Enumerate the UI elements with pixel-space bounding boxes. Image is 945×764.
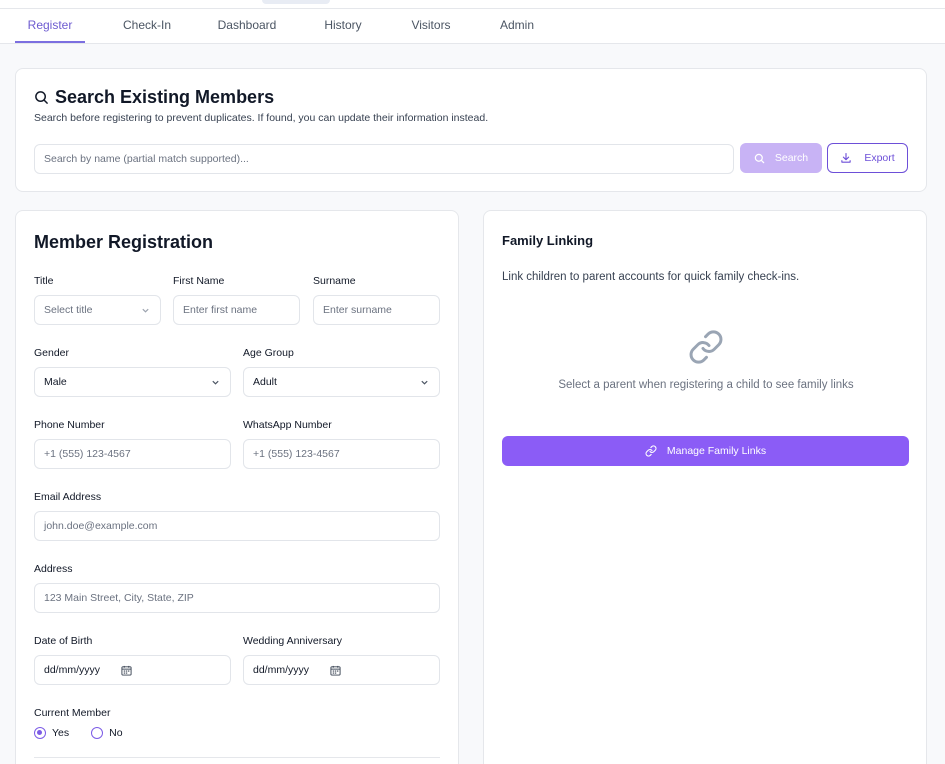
anniversary-placeholder: dd/mm/yyyy [253,664,310,676]
manage-family-links-label: Manage Family Links [666,445,767,457]
calendar-icon[interactable] [121,665,132,676]
chevron-down-icon [142,308,149,313]
age-group-value: Adult [253,376,277,388]
address-label: Address [34,563,73,575]
radio-yes-label: Yes [52,727,70,739]
family-linking-card: Family Linking Link children to parent a… [483,210,927,764]
dob-input[interactable]: dd/mm/yyyy [34,655,231,685]
current-member-radio-group: Yes No [34,727,123,739]
search-button[interactable]: Search [740,143,822,173]
first-name-label: First Name [173,275,225,287]
tab-history[interactable]: History [313,9,373,43]
address-input[interactable]: 123 Main Street, City, State, ZIP [34,583,440,613]
gender-label: Gender [34,347,70,359]
section-divider [34,757,440,758]
address-placeholder: 123 Main Street, City, State, ZIP [44,592,194,604]
surname-label: Surname [313,275,356,287]
search-input[interactable] [34,144,734,174]
gender-select[interactable]: Male [34,367,231,397]
current-member-label: Current Member [34,707,111,719]
export-button-label: Export [864,152,895,164]
whatsapp-placeholder: +1 (555) 123-4567 [253,448,340,460]
email-placeholder: john.doe@example.com [44,520,158,532]
member-registration-card: Member Registration Title Select title F… [15,210,459,764]
link-icon [645,445,657,457]
manage-family-links-button[interactable]: Manage Family Links [502,436,909,466]
family-title: Family Linking [502,233,594,248]
search-icon [754,153,765,163]
tab-visitors[interactable]: Visitors [403,9,459,43]
radio-no-label: No [109,727,123,739]
tab-check-in[interactable]: Check-In [112,9,182,43]
title-select[interactable]: Select title [34,295,161,325]
search-subtitle: Search before registering to prevent dup… [34,112,489,124]
family-empty-state: Select a parent when registering a child… [558,379,854,391]
radio-no[interactable] [91,727,104,739]
calendar-icon[interactable] [330,665,341,676]
tab-bar: Register Check-In Dashboard History Visi… [0,9,945,44]
anniversary-input[interactable]: dd/mm/yyyy [243,655,440,685]
search-members-card: Search Existing Members Search before re… [15,68,927,192]
download-icon [841,152,851,163]
family-subtitle: Link children to parent accounts for qui… [502,271,800,283]
phone-placeholder: +1 (555) 123-4567 [44,448,131,460]
chevron-down-icon [212,380,219,385]
dob-label: Date of Birth [34,635,93,647]
gender-value: Male [44,376,67,388]
search-title: Search Existing Members [55,87,275,107]
first-name-input[interactable]: Enter first name [173,295,300,325]
age-group-label: Age Group [243,347,294,359]
anniversary-label: Wedding Anniversary [243,635,343,647]
whatsapp-input[interactable]: +1 (555) 123-4567 [243,439,440,469]
tab-admin[interactable]: Admin [492,9,542,43]
search-button-label: Search [774,152,809,164]
phone-input[interactable]: +1 (555) 123-4567 [34,439,231,469]
radio-yes[interactable] [34,727,46,739]
first-name-placeholder: Enter first name [183,304,258,316]
top-strip [0,0,945,9]
chevron-down-icon [421,380,428,385]
search-icon [35,91,48,104]
title-select-value: Select title [44,304,93,316]
age-group-select[interactable]: Adult [243,367,440,397]
tab-register[interactable]: Register [15,9,85,43]
surname-placeholder: Enter surname [323,304,392,316]
registration-title: Member Registration [34,232,214,252]
phone-label: Phone Number [34,419,105,431]
search-heading: Search Existing Members [34,87,274,108]
title-label: Title [34,275,54,287]
export-button[interactable]: Export [827,143,908,173]
whatsapp-label: WhatsApp Number [243,419,332,431]
top-pill [262,0,330,4]
email-label: Email Address [34,491,102,503]
surname-input[interactable]: Enter surname [313,295,440,325]
email-input[interactable]: john.doe@example.com [34,511,440,541]
link-icon [689,330,723,364]
dob-placeholder: dd/mm/yyyy [44,664,101,676]
tab-dashboard[interactable]: Dashboard [212,9,282,43]
